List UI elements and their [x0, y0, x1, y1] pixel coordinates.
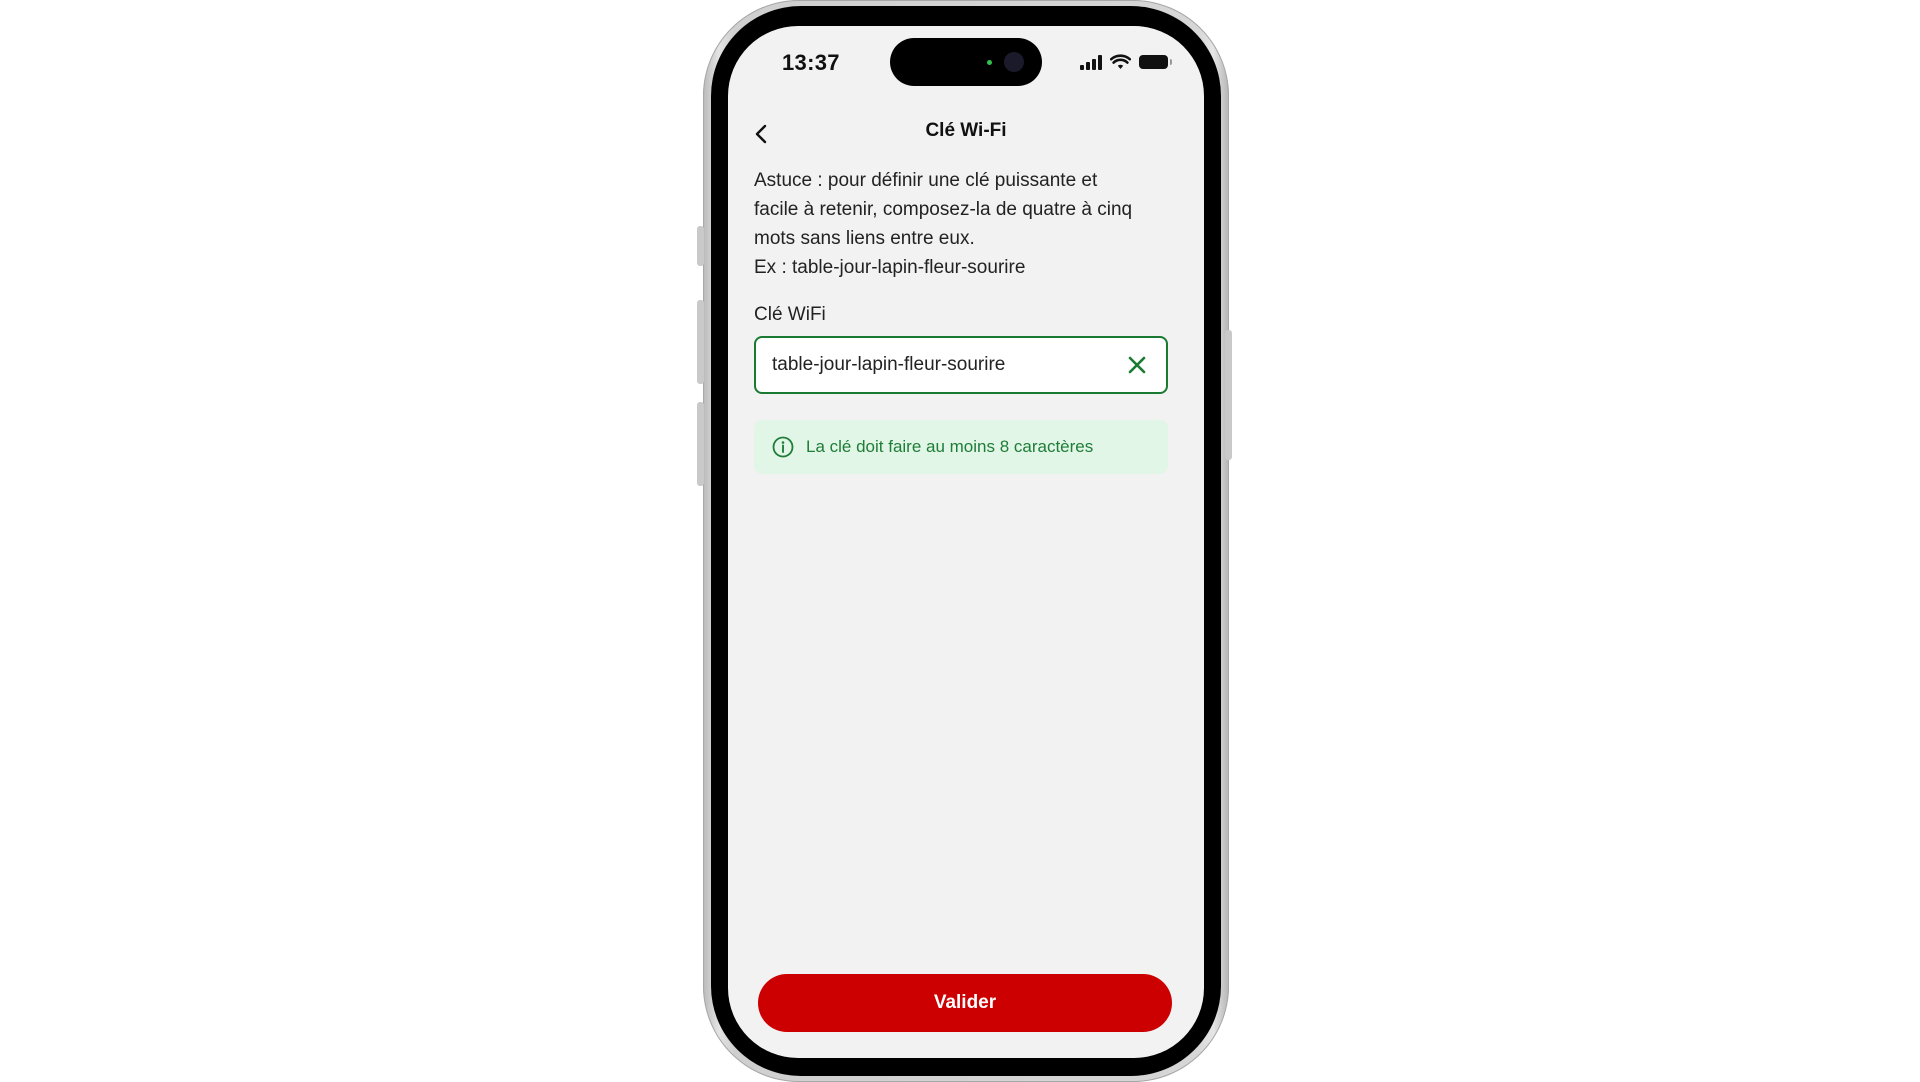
phone-screen: 13:37 Clé Wi-Fi Astuce : pour définir un…: [728, 26, 1204, 1058]
front-camera-icon: [1004, 52, 1024, 72]
wifi-key-field[interactable]: [754, 336, 1168, 394]
volume-up-button: [697, 300, 704, 384]
dynamic-island: [890, 38, 1042, 86]
info-banner: La clé doit faire au moins 8 caractères: [754, 420, 1168, 474]
tip-line: Astuce : pour définir une clé puissante …: [754, 170, 1098, 191]
wifi-key-label: Clé WiFi: [754, 304, 826, 325]
status-time: 13:37: [782, 50, 840, 75]
validate-button[interactable]: Valider: [758, 974, 1172, 1032]
tip-line: facile à retenir, composez-la de quatre …: [754, 199, 1133, 220]
tip-example: Ex : table-jour-lapin-fleur-sourire: [754, 257, 1026, 278]
info-icon: [772, 436, 794, 458]
info-message: La clé doit faire au moins 8 caractères: [806, 437, 1094, 456]
camera-indicator-icon: [987, 60, 992, 65]
volume-down-button: [697, 402, 704, 486]
cellular-signal-icon: [1080, 54, 1102, 70]
status-icons: [1080, 54, 1172, 70]
page-title: Clé Wi-Fi: [925, 120, 1007, 141]
battery-icon: [1139, 55, 1172, 69]
close-icon[interactable]: [1128, 356, 1146, 374]
tip-line: mots sans liens entre eux.: [754, 228, 975, 249]
wifi-icon: [1110, 54, 1131, 69]
tip-text: Astuce : pour définir une clé puissante …: [754, 166, 1174, 282]
wifi-key-input[interactable]: [772, 338, 1102, 392]
power-button: [1225, 330, 1232, 460]
action-button: [697, 226, 704, 266]
